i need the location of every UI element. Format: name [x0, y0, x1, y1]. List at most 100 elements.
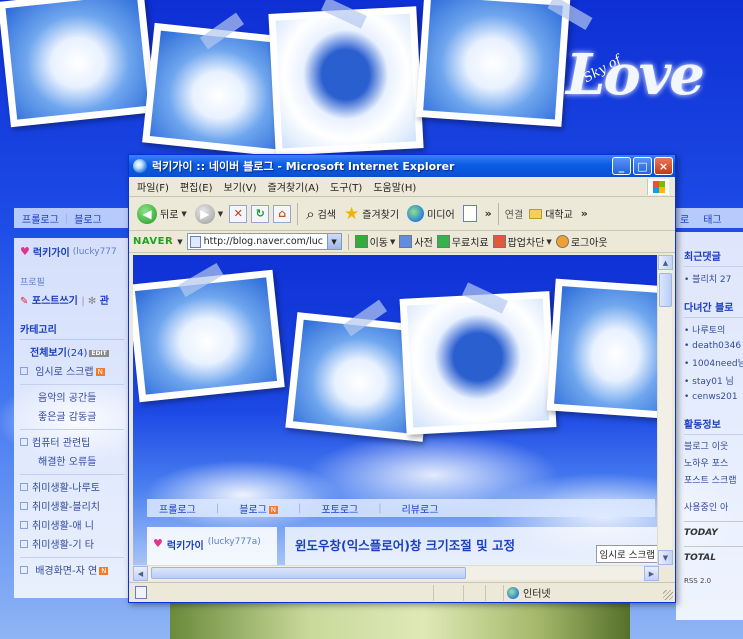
tab-reviewlog[interactable]: 리뷰로그 — [402, 501, 439, 516]
links-overflow-chevron[interactable]: » — [581, 207, 588, 220]
category-item[interactable]: 해결한 오류들 — [20, 453, 124, 468]
category-item[interactable]: 음악의 공간들 — [20, 389, 124, 404]
post-manage-label[interactable]: 관 — [100, 296, 109, 307]
vertical-scrollbar[interactable]: ▲ ▼ — [657, 255, 673, 565]
category-item[interactable]: 취미생활-애 니 — [20, 517, 124, 532]
horizontal-scrollbar[interactable]: ◀ ▶ — [133, 565, 659, 581]
category-item[interactable]: 컴퓨터 관련팁 — [20, 434, 124, 449]
go-button[interactable]: 이동 ▼ — [354, 234, 395, 249]
tab-prologue[interactable]: 프롤로그 — [22, 211, 59, 226]
gear-icon: ✻ — [87, 296, 97, 307]
scroll-right-button[interactable]: ▶ — [644, 566, 659, 581]
content-tabs: 프롤로그 | 블로그 N | 포토로그 | 리뷰로그 — [147, 499, 655, 517]
menu-file[interactable]: 파일(F) — [137, 179, 169, 194]
horizontal-scroll-thumb[interactable] — [151, 567, 466, 579]
page-viewport[interactable]: 프롤로그 | 블로그 N | 포토로그 | 리뷰로그 ♥ 럭키가이 (lucky7… — [133, 255, 659, 565]
content-photo-1 — [133, 269, 285, 403]
media-button[interactable]: 미디어 — [405, 205, 457, 222]
profile-id: (lucky777 — [72, 246, 117, 257]
media-icon — [407, 205, 425, 222]
profile-id: (lucky777a) — [207, 537, 261, 547]
scroll-down-button[interactable]: ▼ — [658, 550, 673, 565]
divider — [20, 557, 124, 558]
menu-help[interactable]: 도움말(H) — [373, 179, 416, 194]
forward-button[interactable]: ▶ ▼ — [193, 203, 225, 224]
tab-log[interactable]: 로 — [680, 211, 689, 226]
tab-blog[interactable]: 블로그 — [74, 211, 102, 226]
chevron-down-icon[interactable]: ▼ — [218, 210, 223, 218]
stop-icon[interactable]: ✕ — [229, 204, 248, 223]
address-input[interactable]: http://blog.naver.com/luc ▼ — [186, 233, 342, 250]
toolbar-overflow-chevron[interactable]: » — [485, 207, 492, 220]
free-treatment-button[interactable]: 무료치료 — [436, 234, 489, 249]
scroll-up-button[interactable]: ▲ — [658, 255, 673, 270]
scroll-left-button[interactable]: ◀ — [133, 566, 148, 581]
menu-view[interactable]: 보기(V) — [224, 179, 257, 194]
link-folder[interactable]: 대학교 — [527, 206, 575, 221]
background-right-sidebar: 최근댓글 블리치 27 다녀간 블로 나루토의 death0346 1004ne… — [676, 232, 743, 620]
minimize-button[interactable]: _ — [612, 157, 631, 175]
back-button[interactable]: ◀ 뒤로 ▼ — [135, 203, 189, 224]
category-item[interactable]: 취미생활-나루토 — [20, 479, 124, 494]
status-cell — [463, 584, 464, 601]
divider — [20, 474, 124, 475]
address-dropdown[interactable]: ▼ — [326, 234, 341, 249]
chevron-down-icon[interactable]: ▼ — [546, 238, 551, 246]
category-item[interactable]: 배경화면-자 연N — [20, 562, 124, 577]
category-item[interactable]: 취미생활-기 타 — [20, 536, 124, 551]
folder-icon — [529, 208, 543, 219]
visitors-heading: 다녀간 블로 — [684, 299, 743, 318]
category-item[interactable]: 전체보기(24) EDIT — [20, 344, 124, 359]
history-button[interactable] — [461, 205, 479, 222]
home-icon[interactable]: ⌂ — [273, 204, 292, 223]
go-arrow-icon — [354, 235, 368, 248]
popup-block-button[interactable]: 팝업차단 ▼ — [492, 234, 552, 249]
maximize-button[interactable]: □ — [633, 157, 652, 175]
profile-name[interactable]: 럭키가이 — [167, 537, 204, 552]
new-badge: N — [95, 368, 105, 376]
post-category-select[interactable]: 임시로 스크랩 — [595, 545, 659, 563]
close-button[interactable]: × — [654, 157, 673, 175]
security-zone: 인터넷 — [507, 585, 551, 600]
internet-zone-icon — [507, 586, 519, 599]
category-item[interactable]: 취미생활-블리치 — [20, 498, 124, 513]
refresh-icon[interactable]: ↻ — [251, 204, 270, 223]
list-item[interactable]: 블리치 27 — [684, 272, 743, 285]
menu-favorites[interactable]: 즐겨찾기(A) — [268, 179, 319, 194]
category-item[interactable]: 좋은글 감동글 — [20, 408, 124, 423]
menu-tools[interactable]: 도구(T) — [330, 179, 362, 194]
list-item[interactable]: 나루토의 — [684, 323, 743, 336]
category-item[interactable]: 임시로 스크랩 N — [20, 363, 124, 378]
logout-button[interactable]: 로그아웃 — [555, 234, 608, 249]
naver-logo[interactable]: NAVER — [133, 236, 173, 247]
bottom-image-strip — [170, 600, 630, 639]
vertical-scroll-thumb[interactable] — [659, 273, 672, 307]
blog-logo: Love — [566, 42, 705, 108]
search-button[interactable]: ⌕ 검색 — [304, 205, 338, 223]
plus-icon — [436, 235, 450, 248]
favorites-label: 즐겨찾기 — [362, 210, 400, 221]
menu-edit[interactable]: 편집(E) — [180, 179, 213, 194]
activity-line: 노하우 포스 — [684, 459, 729, 469]
chevron-down-icon[interactable]: ▼ — [177, 238, 182, 246]
dictionary-button[interactable]: 사전 — [399, 234, 433, 249]
tab-blog[interactable]: 블로그 N — [239, 501, 279, 516]
list-item[interactable]: 1004need님 — [684, 356, 743, 369]
background-right-tabs: 로 태그 — [676, 208, 743, 228]
chevron-down-icon[interactable]: ▼ — [181, 210, 186, 218]
resize-grip[interactable] — [663, 590, 673, 600]
chevron-down-icon[interactable]: ▼ — [390, 238, 395, 246]
post-write-link[interactable]: ✎ 포스트쓰기 | ✻ 관 — [20, 292, 124, 307]
profile-name[interactable]: 럭키가이 — [33, 244, 70, 259]
content-photo-4 — [546, 278, 659, 420]
tab-photolog[interactable]: 포토로그 — [321, 501, 358, 516]
list-item[interactable]: stay01 님 — [684, 374, 743, 387]
list-item[interactable]: death0346 — [684, 341, 743, 351]
profile-link[interactable]: 프로필 — [20, 275, 124, 288]
tab-prologue[interactable]: 프롤로그 — [159, 501, 196, 516]
title-bar[interactable]: 럭키가이 :: 네이버 블로그 - Microsoft Internet Exp… — [129, 155, 675, 177]
tab-tag[interactable]: 태그 — [703, 211, 721, 226]
list-item[interactable]: cenws201 — [684, 392, 743, 402]
rss-badge[interactable]: RSS 2.0 — [684, 577, 743, 585]
favorites-button[interactable]: ★ 즐겨찾기 — [342, 204, 401, 224]
